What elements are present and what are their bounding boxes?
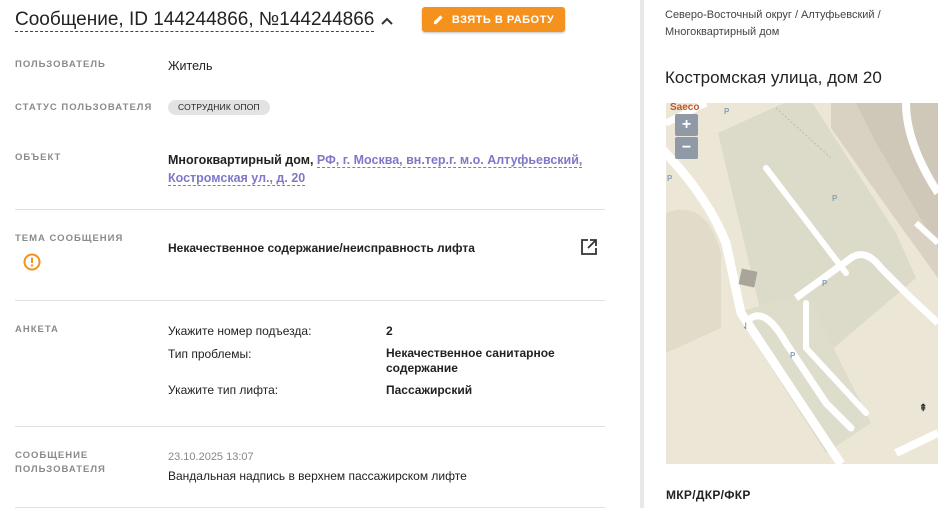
- object-address-link-line1[interactable]: РФ, г. Москва, вн.тер.г. м.о. Алтуфьевск…: [316, 153, 583, 168]
- message-label: СООБЩЕНИЕ ПОЛЬЗОВАТЕЛЯ: [15, 449, 106, 477]
- object-address-link-line2[interactable]: Костромская ул., д. 20: [168, 171, 306, 186]
- topic-label: ТЕМА СООБЩЕНИЯ: [15, 233, 124, 244]
- user-value: Житель: [168, 59, 213, 73]
- take-to-work-label: ВЗЯТЬ В РАБОТУ: [451, 13, 555, 26]
- zoom-out-button[interactable]: −: [675, 137, 698, 159]
- survey-answer: Некачественное санитарное содержание: [386, 346, 555, 375]
- page-title[interactable]: Сообщение, ID 144244866, №144244866: [15, 9, 375, 32]
- svg-text:P: P: [724, 107, 730, 116]
- status-badge: СОТРУДНИК ОПОП: [168, 100, 270, 115]
- svg-text:⇞: ⇞: [919, 403, 927, 414]
- message-label-line1: СООБЩЕНИЕ: [15, 450, 89, 461]
- svg-text:⇃: ⇃: [742, 321, 750, 331]
- object-label: ОБЪЕКТ: [15, 152, 62, 163]
- user-status-label: СТАТУС ПОЛЬЗОВАТЕЛЯ: [15, 102, 153, 113]
- message-label-line2: ПОЛЬЗОВАТЕЛЯ: [15, 464, 106, 475]
- pencil-icon: [433, 15, 443, 25]
- divider: [15, 426, 605, 427]
- map-tiles: P P P P P ⇃ ⇞: [666, 103, 938, 464]
- repair-section-label: МКР/ДКР/ФКР: [666, 488, 751, 502]
- survey-question: Тип проблемы:: [168, 347, 252, 361]
- svg-text:P: P: [667, 174, 673, 183]
- warning-circle-icon: [23, 253, 41, 271]
- svg-text:P: P: [832, 194, 838, 203]
- svg-text:P: P: [822, 279, 828, 288]
- object-type: Многоквартирный дом,: [168, 153, 314, 167]
- chevron-up-icon[interactable]: [380, 14, 394, 28]
- take-to-work-button[interactable]: ВЗЯТЬ В РАБОТУ: [422, 7, 565, 32]
- message-date: 23.10.2025 13:07: [168, 451, 254, 463]
- topic-value: Некачественное содержание/неисправность …: [168, 241, 475, 255]
- message-details-panel: Сообщение, ID 144244866, №144244866 ВЗЯТ…: [0, 0, 640, 508]
- map-place-label: Saeco: [670, 103, 700, 113]
- zoom-in-button[interactable]: +: [675, 114, 698, 136]
- survey-label: АНКЕТА: [15, 324, 59, 335]
- survey-answer: 2: [386, 324, 393, 338]
- message-text: Вандальная надпись в верхнем пассажирско…: [168, 469, 467, 483]
- divider: [15, 300, 605, 301]
- object-value: Многоквартирный дом, РФ, г. Москва, вн.т…: [168, 151, 588, 187]
- external-link-icon[interactable]: [580, 238, 598, 256]
- survey-question: Укажите номер подъезда:: [168, 324, 312, 338]
- breadcrumb: Северо-Восточный округ / Алтуфьевский / …: [665, 9, 881, 38]
- survey-question: Укажите тип лифта:: [168, 383, 279, 397]
- survey-answer: Пассажирский: [386, 383, 473, 397]
- map[interactable]: P P P P P ⇃ ⇞ Saeco + −: [666, 103, 938, 464]
- title-row: Сообщение, ID 144244866, №144244866: [15, 9, 394, 32]
- svg-text:P: P: [790, 351, 796, 360]
- address-title: Костромская улица, дом 20: [665, 68, 882, 87]
- location-panel: Северо-Восточный округ / Алтуфьевский / …: [644, 0, 938, 508]
- user-label: ПОЛЬЗОВАТЕЛЬ: [15, 59, 106, 70]
- divider: [15, 209, 605, 210]
